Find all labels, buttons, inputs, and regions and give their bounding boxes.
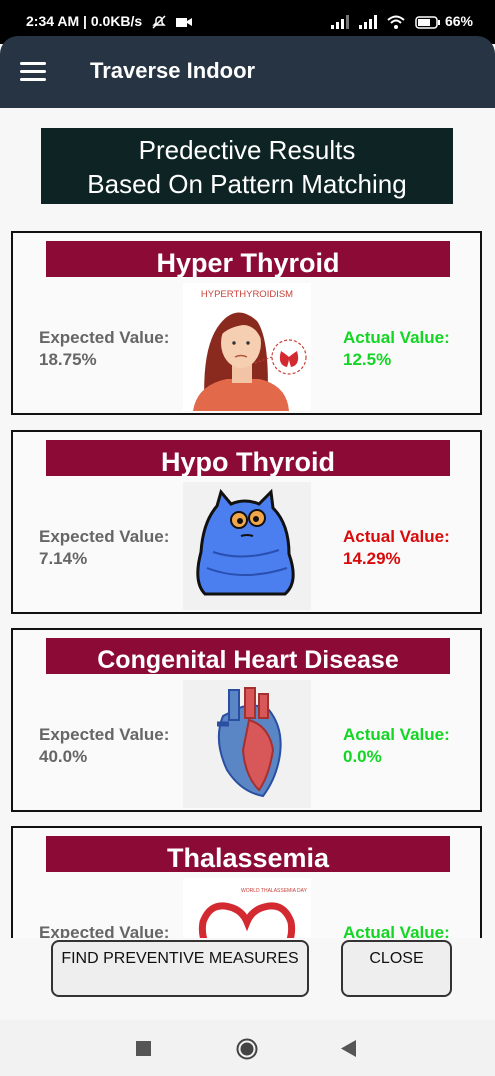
result-card-hypo-thyroid: Hypo Thyroid Expected Value: 7.14% Actua…: [11, 430, 482, 614]
wifi-icon: [387, 15, 405, 30]
expected-block: Expected Value:: [39, 922, 169, 938]
results-header: Predective Results Based On Pattern Matc…: [41, 128, 453, 204]
actual-label: Actual Value:: [343, 328, 450, 347]
mute-icon: [152, 15, 166, 29]
actual-label: Actual Value:: [343, 527, 450, 546]
status-time: 2:34 AM | 0.0KB/s: [26, 13, 143, 29]
expected-block: Expected Value: 7.14%: [39, 526, 169, 570]
close-button[interactable]: CLOSE: [341, 940, 452, 997]
result-card-hyper-thyroid: Hyper Thyroid Expected Value: 18.75% HYP…: [11, 231, 482, 415]
hypothyroid-image: [183, 482, 311, 610]
actual-block: Actual Value: 14.29%: [343, 526, 450, 570]
back-icon[interactable]: [341, 1040, 356, 1057]
expected-label: Expected Value:: [39, 527, 170, 546]
status-right: 66%: [325, 13, 473, 30]
actual-value: 12.5%: [343, 350, 392, 369]
app-title: Traverse Indoor: [90, 58, 256, 83]
result-card-thalassemia: Thalassemia Expected Value: WORLD THALAS…: [11, 826, 482, 938]
actual-value: 14.29%: [343, 549, 401, 568]
battery-level: 66: [444, 13, 461, 29]
image-caption: HYPERTHYROIDISM: [201, 289, 293, 300]
system-nav-bar: [0, 1020, 495, 1076]
recents-icon[interactable]: [136, 1041, 151, 1056]
expected-value: 7.14%: [39, 549, 88, 568]
heart-diagram-image: [183, 680, 311, 808]
camera-icon: [176, 18, 192, 28]
actual-block: Actual Value:: [343, 922, 450, 938]
card-title: Thalassemia: [46, 836, 450, 872]
card-title: Congenital Heart Disease: [46, 638, 450, 674]
expected-label: Expected Value:: [39, 328, 170, 347]
expected-label: Expected Value:: [39, 923, 170, 938]
image-caption: WORLD THALASSEMIA DAY: [241, 888, 308, 894]
home-icon[interactable]: [236, 1038, 258, 1060]
actual-block: Actual Value: 0.0%: [343, 724, 450, 768]
card-title: Hyper Thyroid: [46, 241, 450, 277]
expected-block: Expected Value: 40.0%: [39, 724, 169, 768]
expected-value: 18.75%: [39, 350, 97, 369]
hyperthyroidism-image: HYPERTHYROIDISM: [183, 283, 311, 411]
menu-icon[interactable]: [20, 62, 46, 82]
actual-label: Actual Value:: [343, 923, 450, 938]
card-title: Hypo Thyroid: [46, 440, 450, 476]
expected-block: Expected Value: 18.75%: [39, 327, 169, 371]
header-line-2: Based On Pattern Matching: [87, 169, 407, 199]
thalassemia-image: WORLD THALASSEMIA DAY: [183, 878, 311, 938]
app-bar: Traverse Indoor: [0, 36, 495, 108]
actual-block: Actual Value: 12.5%: [343, 327, 450, 371]
find-preventive-measures-button[interactable]: FIND PREVENTIVE MEASURES: [51, 940, 309, 997]
actual-value: 0.0%: [343, 747, 382, 766]
header-line-1: Predective Results: [138, 135, 356, 165]
expected-label: Expected Value:: [39, 725, 170, 744]
signal-icon: [359, 15, 378, 30]
battery-icon: [415, 16, 441, 29]
result-card-congenital-heart-disease: Congenital Heart Disease Expected Value:…: [11, 628, 482, 812]
expected-value: 40.0%: [39, 747, 88, 766]
actual-label: Actual Value:: [343, 725, 450, 744]
results-scroll-area[interactable]: Predective Results Based On Pattern Matc…: [0, 110, 495, 938]
signal-icon: [331, 15, 350, 30]
status-left: 2:34 AM | 0.0KB/s: [26, 13, 192, 29]
